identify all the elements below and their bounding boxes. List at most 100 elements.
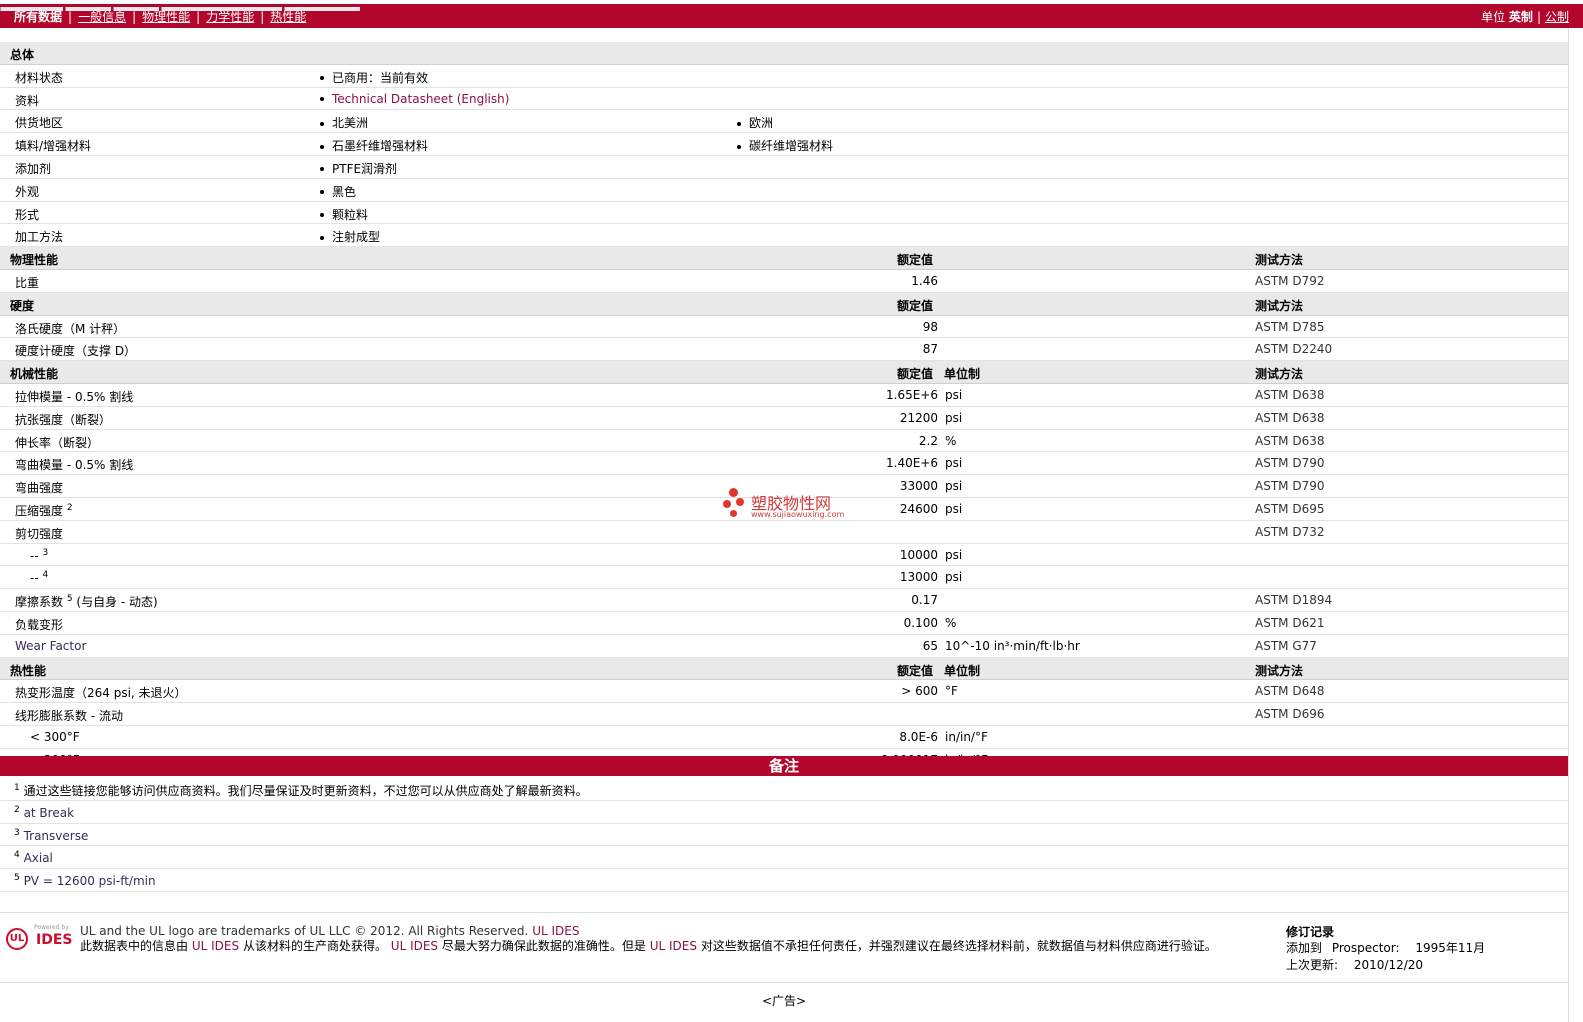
property-row: 负载变形 0.100% ASTM D621 bbox=[0, 612, 1568, 635]
property-value: 注射成型 bbox=[320, 228, 380, 245]
trademark-text: UL and the UL logo are trademarks of UL … bbox=[80, 924, 529, 938]
property-label: 伸长率（断裂） bbox=[15, 434, 99, 451]
ul-ides-name: UL IDES bbox=[191, 939, 240, 953]
datasheet-link[interactable]: Technical Datasheet (English) bbox=[332, 92, 509, 106]
nav-mechanical-link[interactable]: 力学性能 bbox=[206, 10, 254, 24]
updated-label: 上次更新: bbox=[1286, 958, 1339, 972]
trademark-line: UL and the UL logo are trademarks of UL … bbox=[80, 924, 579, 938]
property-value[interactable]: Technical Datasheet (English) bbox=[320, 92, 509, 106]
property-label: 形式 bbox=[15, 207, 40, 222]
ul-logo-icon: UL bbox=[6, 928, 28, 950]
label-text: 负载变形 bbox=[15, 617, 64, 632]
property-unit: psi bbox=[945, 547, 963, 562]
nav-separator: | bbox=[260, 10, 265, 24]
property-value: 87 bbox=[922, 342, 938, 357]
nav-general-link[interactable]: 一般信息 bbox=[78, 10, 126, 24]
property-label: 线形膨胀系数 - 流动 bbox=[15, 707, 123, 724]
ul-ides-name: UL IDES bbox=[390, 939, 439, 953]
footnote-number: 3 bbox=[14, 827, 20, 838]
disclaimer-text: 此数据表中的信息由 bbox=[80, 939, 189, 953]
note-body: Axial bbox=[23, 851, 53, 866]
value-text: 黑色 bbox=[332, 184, 357, 199]
label-text: 比重 bbox=[15, 275, 40, 290]
disclaimer-text: 从该材料的生产商处获得。 bbox=[242, 939, 387, 953]
property-row: -- 4 13000 psi bbox=[0, 566, 1568, 590]
property-label: 压缩强度 2 bbox=[15, 502, 73, 519]
property-value: 10000 bbox=[899, 547, 938, 562]
revision-title: 修订记录 bbox=[1286, 925, 1335, 939]
general-row: 填料/增强材料 石墨纤维增强材料 碳纤维增强材料 bbox=[0, 133, 1568, 156]
note-text: 3 Transverse bbox=[14, 828, 88, 843]
value-text: 碳纤维增强材料 bbox=[749, 139, 834, 154]
footnote-number: 2 bbox=[14, 804, 20, 815]
added-label: 添加到 bbox=[1286, 941, 1323, 955]
watermark-url: www.sujiaowuxing.com bbox=[751, 510, 845, 519]
ul-ides-logo[interactable]: UL Powered by IDES bbox=[6, 924, 76, 954]
bullet-icon bbox=[737, 144, 741, 149]
bullet-icon bbox=[320, 97, 324, 102]
notes-header: 备注 bbox=[0, 756, 1568, 776]
nav-physical-link[interactable]: 物理性能 bbox=[142, 10, 190, 24]
label-text: 弯曲强度 bbox=[15, 481, 64, 496]
property-value: 33000 bbox=[899, 479, 938, 494]
property-value: 石墨纤维增强材料 bbox=[320, 137, 428, 154]
property-unit: °F bbox=[945, 684, 958, 699]
revision-updated: 上次更新: 2010/12/20 bbox=[1286, 956, 1423, 973]
updated-date: 2010/12/20 bbox=[1353, 958, 1424, 972]
property-label: -- 3 bbox=[30, 548, 48, 563]
general-row: 外观 黑色 bbox=[0, 179, 1568, 202]
property-value: 2.2 bbox=[918, 433, 938, 448]
property-unit: in/in/°F bbox=[945, 729, 988, 744]
property-label: 硬度计硬度（支撑 D） bbox=[15, 342, 136, 359]
property-unit: psi bbox=[945, 570, 963, 585]
general-rows: 材料状态 已商用：当前有效 资料 Technical Datasheet (Engli… bbox=[0, 65, 1568, 248]
test-method: ASTM D785 bbox=[1255, 319, 1325, 334]
property-label: 拉伸模量 - 0.5% 割线 bbox=[15, 388, 133, 405]
section-general: 总体 bbox=[0, 42, 1568, 65]
bullet-icon bbox=[320, 235, 324, 240]
footnote-ref: 4 bbox=[42, 570, 49, 581]
property-row: 剪切强度 ASTM D732 bbox=[0, 521, 1568, 544]
property-unit: 10^-10 in³·min/ft·lb·hr bbox=[945, 638, 1080, 653]
property-unit: psi bbox=[945, 501, 963, 516]
scrollbar[interactable] bbox=[1568, 28, 1583, 1022]
label-text: 线形膨胀系数 - 流动 bbox=[15, 709, 123, 724]
label-text: 硬度计硬度（支撑 D） bbox=[15, 344, 137, 359]
property-label: 弯曲强度 bbox=[15, 479, 63, 496]
method-header: 测试方法 bbox=[1255, 367, 1304, 382]
section-thermal: 热性能 额定值 单位制 测试方法 bbox=[0, 657, 1568, 681]
property-label: 资料 bbox=[15, 93, 40, 108]
unit-imperial[interactable]: 英制 bbox=[1509, 10, 1533, 24]
method-header: 测试方法 bbox=[1255, 298, 1304, 313]
value-text: 北美洲 bbox=[332, 116, 369, 131]
property-label: 负载变形 bbox=[15, 616, 63, 633]
unit-metric-link[interactable]: 公制 bbox=[1545, 10, 1569, 24]
ul-ides-link[interactable]: UL IDES bbox=[532, 924, 579, 938]
test-method: ASTM D1894 bbox=[1255, 593, 1333, 608]
label-text: 拉伸模量 - 0.5% 割线 bbox=[15, 389, 134, 404]
property-label: 添加剂 bbox=[15, 161, 52, 176]
property-value: 98 bbox=[922, 319, 938, 334]
value-text: 已商用：当前有效 bbox=[332, 70, 429, 85]
nav-thermal-link[interactable]: 热性能 bbox=[270, 10, 306, 24]
section-hardness: 硬度 额定值 测试方法 bbox=[0, 292, 1568, 316]
property-row: 摩擦系数 5 (与自身 - 动态) 0.17 ASTM D1894 bbox=[0, 589, 1568, 612]
nav-all-data[interactable]: 所有数据 bbox=[14, 10, 62, 24]
section-title: 硬度 bbox=[10, 298, 35, 313]
ad-placeholder[interactable]: <广告> bbox=[0, 992, 1568, 1009]
value-text: 石墨纤维增强材料 bbox=[332, 139, 429, 154]
property-value: 1.65E+6 bbox=[886, 387, 938, 402]
added-date: 1995年11月 bbox=[1415, 941, 1486, 955]
nav-separator: | bbox=[196, 10, 201, 24]
test-method: ASTM D2240 bbox=[1255, 342, 1333, 357]
note-body: PV = 12600 psi-ft/min bbox=[23, 874, 156, 889]
section-title: 总体 bbox=[10, 48, 35, 62]
property-unit: % bbox=[945, 433, 957, 448]
property-value: 颗粒料 bbox=[320, 206, 368, 223]
disclaimer-text: 尽最大努力确保此数据的准确性。但是 bbox=[441, 939, 646, 953]
label-text: 剪切强度 bbox=[15, 526, 64, 541]
note-item: 4 Axial bbox=[0, 846, 1568, 870]
section-title: 物理性能 bbox=[10, 253, 59, 268]
property-value: 0.100 bbox=[903, 615, 938, 630]
section-nav: 所有数据 | 一般信息 | 物理性能 | 力学性能 | 热性能 bbox=[14, 8, 306, 25]
